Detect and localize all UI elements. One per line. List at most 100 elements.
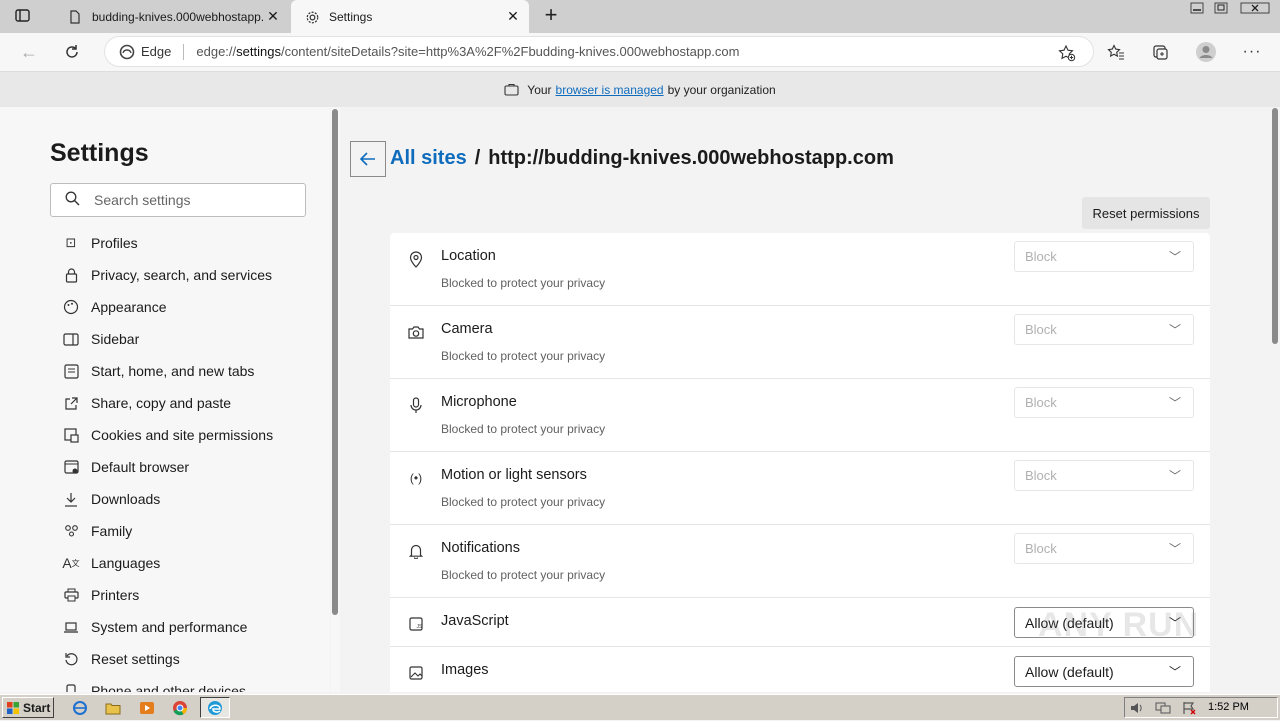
- all-sites-link[interactable]: All sites: [390, 147, 467, 169]
- lock-icon: [62, 266, 80, 284]
- palette-icon: [62, 298, 80, 316]
- sidebar-item-phone[interactable]: Phone and other devices: [62, 677, 246, 692]
- microphone-select[interactable]: Block ﹀: [1014, 387, 1194, 418]
- security-flag-icon[interactable]: [1181, 701, 1197, 720]
- close-window-button[interactable]: [1238, 1, 1272, 15]
- sidebar-item-family[interactable]: Family: [62, 517, 132, 545]
- sidebar-item-sidebar[interactable]: Sidebar: [62, 325, 139, 353]
- media-player-icon[interactable]: [139, 700, 155, 716]
- start-button[interactable]: Start: [2, 697, 54, 718]
- gear-icon: [305, 10, 319, 24]
- chevron-down-icon: ﹀: [1168, 250, 1181, 264]
- profile-icon: ⊡: [65, 235, 77, 250]
- cookies-icon: [62, 426, 80, 444]
- reset-icon: [62, 650, 80, 668]
- chevron-down-icon: ﹀: [1168, 323, 1181, 337]
- system-tray: [1124, 697, 1278, 718]
- main-scrollbar-thumb[interactable]: [1272, 108, 1278, 344]
- tab-actions-icon[interactable]: [14, 8, 32, 24]
- site-url-title: http://budding-knives.000webhostapp.com: [488, 147, 894, 169]
- tab-title: budding-knives.000webhostapp.com: [92, 9, 263, 24]
- sidebar-item-start-home[interactable]: Start, home, and new tabs: [62, 357, 254, 385]
- tab-settings[interactable]: Settings ✕: [291, 0, 529, 33]
- page-icon: [68, 9, 82, 24]
- volume-icon[interactable]: [1129, 701, 1145, 720]
- sidebar-item-cookies[interactable]: Cookies and site permissions: [62, 421, 273, 449]
- search-input[interactable]: Search settings: [50, 183, 306, 217]
- bell-icon: [406, 541, 426, 561]
- add-favorite-icon[interactable]: [1058, 44, 1076, 62]
- new-tab-button[interactable]: +: [540, 4, 562, 27]
- phone-icon: [62, 682, 80, 692]
- breadcrumb: All sites / http://budding-knives.000webho…: [390, 147, 894, 170]
- sidebar-item-profiles[interactable]: ⊡ Profiles: [62, 229, 138, 257]
- settings-sidebar: Settings Search settings ⊡ Profiles Priva…: [0, 107, 330, 692]
- sidebar-item-appearance[interactable]: Appearance: [62, 293, 167, 321]
- reset-permissions-button[interactable]: Reset permissions: [1082, 197, 1210, 229]
- more-options-icon[interactable]: ···: [1239, 39, 1265, 65]
- favorites-icon[interactable]: [1103, 39, 1129, 65]
- edge-taskbar-button[interactable]: [200, 697, 230, 718]
- permission-subtitle: Blocked to protect your privacy: [441, 349, 606, 363]
- camera-select[interactable]: Block ﹀: [1014, 314, 1194, 345]
- permission-title: Notifications: [441, 540, 520, 556]
- permission-row-camera: Camera Blocked to protect your privacy B…: [390, 306, 1210, 379]
- main-scrollbar[interactable]: [1270, 107, 1280, 692]
- edge-label: Edge: [141, 44, 172, 59]
- omnibox-divider: [183, 43, 185, 60]
- permission-subtitle: Blocked to protect your privacy: [441, 495, 606, 509]
- chevron-down-icon: ﹀: [1168, 665, 1181, 679]
- permission-title: Camera: [441, 321, 493, 337]
- tab-strip: budding-knives.000webhostapp.com ✕ Setti…: [0, 0, 1280, 33]
- sensor-icon: (•): [409, 471, 423, 485]
- close-icon[interactable]: ✕: [503, 8, 523, 25]
- sidebar-item-privacy[interactable]: Privacy, search, and services: [62, 261, 272, 289]
- folder-icon[interactable]: [105, 700, 121, 716]
- restore-button[interactable]: [1210, 1, 1232, 15]
- download-icon: [62, 490, 80, 508]
- images-select[interactable]: Allow (default) ﹀: [1014, 656, 1194, 687]
- motion-sensors-select[interactable]: Block ﹀: [1014, 460, 1194, 491]
- sidebar-scrollbar[interactable]: [331, 107, 340, 692]
- location-select[interactable]: Block ﹀: [1014, 241, 1194, 272]
- address-toolbar: ← Edge edge://settings/content/siteDetai…: [0, 33, 1280, 71]
- search-placeholder: Search settings: [94, 192, 191, 208]
- managed-text-after: by your organization: [667, 82, 776, 97]
- taskbar: Start 1:52 PM: [0, 694, 1280, 720]
- close-icon[interactable]: ✕: [263, 8, 283, 25]
- permission-subtitle: Blocked to protect your privacy: [441, 276, 606, 290]
- refresh-icon[interactable]: [59, 39, 85, 65]
- chrome-icon[interactable]: [172, 700, 188, 716]
- browser-managed-link[interactable]: browser is managed: [556, 83, 664, 97]
- back-arrow-icon[interactable]: ←: [16, 39, 42, 65]
- address-bar[interactable]: Edge edge://settings/content/siteDetails…: [104, 36, 1094, 67]
- sidebar-item-system[interactable]: System and performance: [62, 613, 247, 641]
- sidebar-scrollbar-thumb[interactable]: [332, 109, 338, 615]
- back-to-all-sites-button[interactable]: [350, 141, 386, 177]
- url-text: edge://settings/content/siteDetails?site…: [196, 44, 740, 59]
- edge-icon: [208, 701, 222, 715]
- family-icon: [62, 522, 80, 540]
- collections-icon[interactable]: [1147, 39, 1173, 65]
- permission-subtitle: Blocked to protect your privacy: [441, 568, 606, 582]
- permission-row-microphone: Microphone Blocked to protect your priva…: [390, 379, 1210, 452]
- managed-banner: Your browser is managed by your organiza…: [0, 71, 1280, 107]
- permission-title: Microphone: [441, 394, 517, 410]
- avatar[interactable]: [1193, 39, 1219, 65]
- sidebar-item-languages[interactable]: A 文 Languages: [62, 549, 160, 577]
- microphone-icon: [406, 395, 426, 415]
- sidebar-item-default-browser[interactable]: Default browser: [62, 453, 189, 481]
- browser-icon: [62, 458, 80, 476]
- sidebar-item-downloads[interactable]: Downloads: [62, 485, 160, 513]
- edge-logo-icon: [119, 44, 135, 60]
- network-icon[interactable]: [1155, 701, 1171, 720]
- tab-site[interactable]: budding-knives.000webhostapp.com ✕: [54, 0, 289, 33]
- notifications-select[interactable]: Block ﹀: [1014, 533, 1194, 564]
- sidebar-item-reset[interactable]: Reset settings: [62, 645, 180, 673]
- ie-icon[interactable]: [72, 700, 88, 716]
- sidebar-item-share[interactable]: Share, copy and paste: [62, 389, 231, 417]
- minimize-button[interactable]: [1186, 1, 1208, 15]
- site-details-panel: All sites / http://budding-knives.000webho…: [340, 107, 1270, 692]
- sidebar-item-printers[interactable]: Printers: [62, 581, 139, 609]
- printer-icon: [62, 586, 80, 604]
